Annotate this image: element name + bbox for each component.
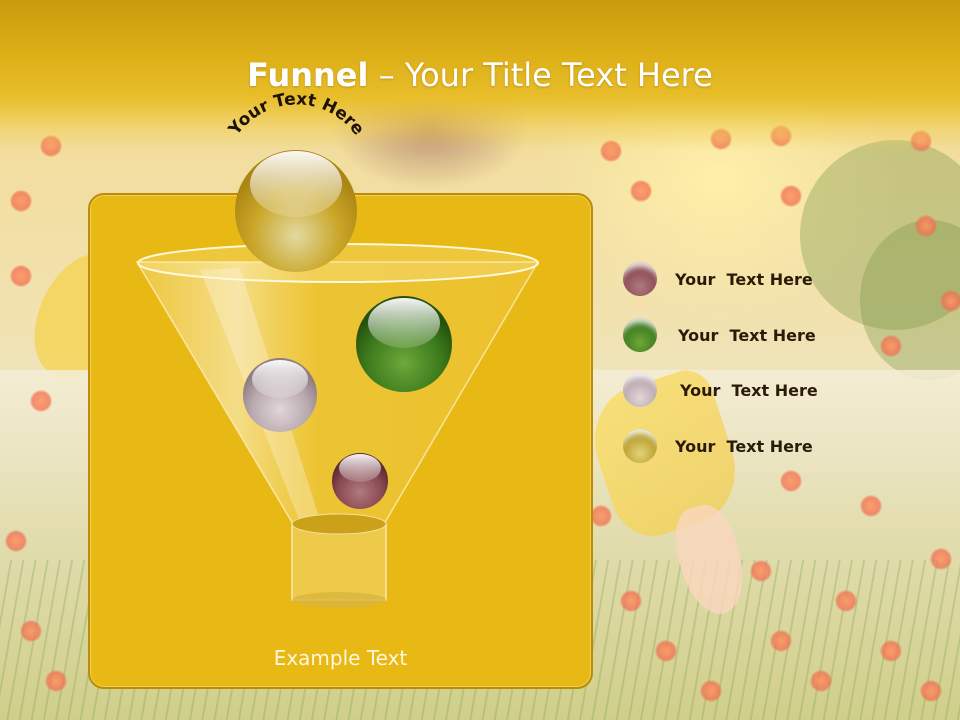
funnel-arc-label-path: Your Text Here — [224, 89, 368, 140]
funnel-ball-maroon — [332, 453, 388, 509]
legend-item-2: Your Text Here — [623, 317, 816, 353]
legend-label-2: Your Text Here — [678, 325, 816, 345]
legend-ball-olive-icon — [623, 429, 657, 463]
funnel-diagram: Your Text Here — [135, 89, 540, 608]
example-text-label: Example Text — [273, 646, 408, 670]
funnel-spout-top — [291, 513, 387, 535]
legend-ball-pink-icon — [623, 373, 657, 407]
legend-label-3: Your Text Here — [680, 380, 818, 400]
legend-ball-green-icon — [623, 318, 657, 352]
legend-ball-maroon-icon — [623, 262, 657, 296]
funnel-spout — [291, 523, 387, 601]
funnel-spout-bottom — [292, 592, 386, 608]
funnel-ball-pink — [243, 358, 317, 432]
legend-item-4: Your Text Here — [623, 428, 813, 464]
funnel-ball-top — [235, 150, 357, 272]
funnel-arc-label: Your Text Here — [224, 89, 368, 140]
legend-item-1: Your Text Here — [623, 261, 813, 297]
funnel-ball-green — [356, 296, 452, 392]
legend-label-1: Your Text Here — [675, 269, 813, 289]
legend-label-4: Your Text Here — [675, 436, 813, 456]
legend-item-3: Your Text Here — [623, 372, 818, 408]
